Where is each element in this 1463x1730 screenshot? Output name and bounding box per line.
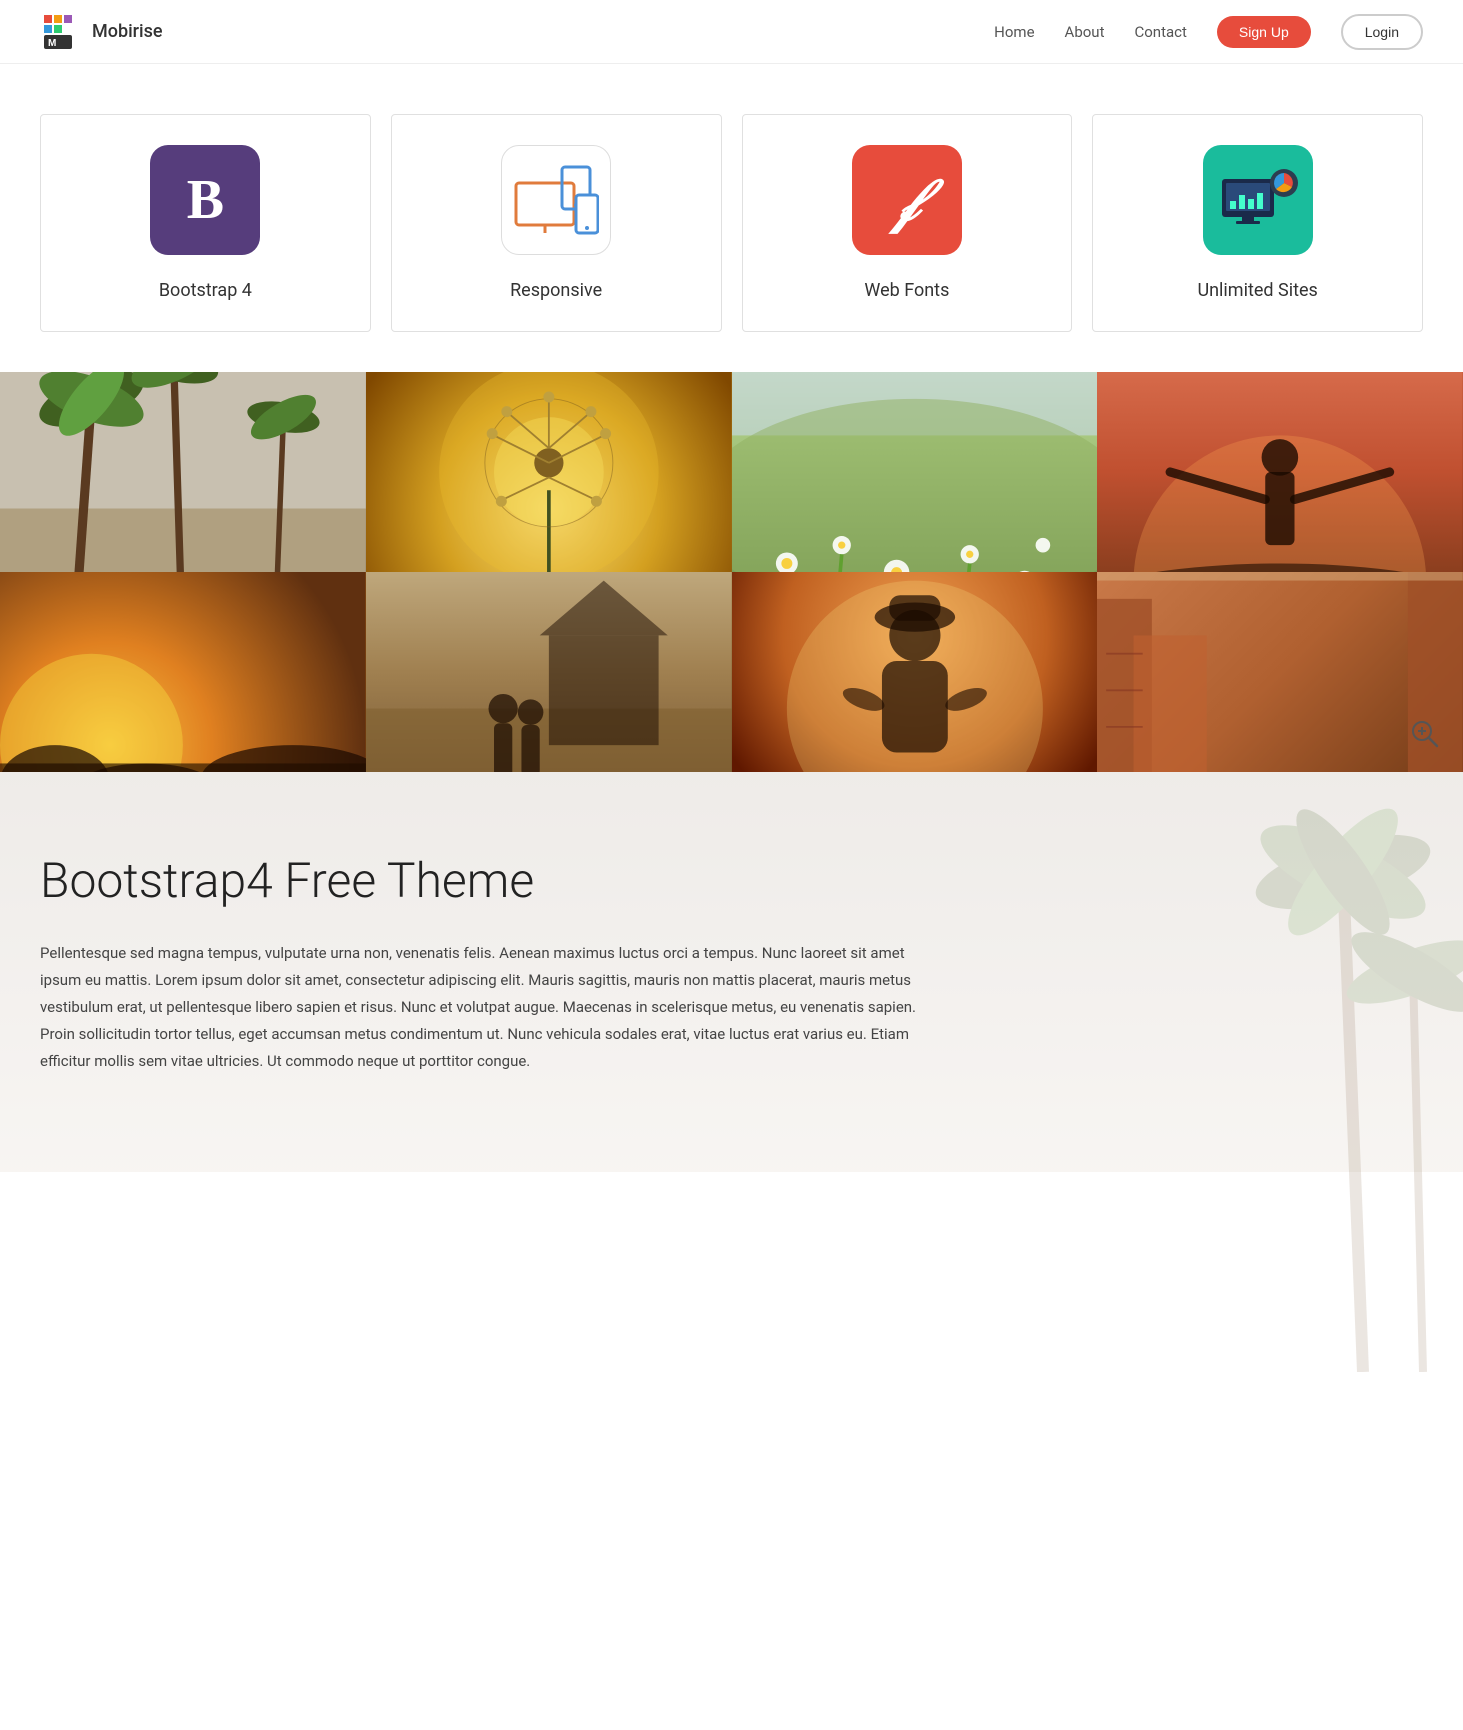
unlimited-svg-icon: [1218, 165, 1298, 235]
unlimited-icon-wrap: [1203, 145, 1313, 255]
responsive-svg-icon: [514, 165, 599, 235]
webfonts-f-icon: 𝒻: [893, 166, 920, 235]
gallery-image-7: [732, 572, 1098, 772]
content-title: Bootstrap4 Free Theme: [40, 852, 1423, 910]
nav-item-contact[interactable]: Contact: [1134, 22, 1186, 41]
feature-title-bootstrap: Bootstrap 4: [159, 280, 252, 301]
feature-card-webfonts: 𝒻 Web Fonts: [742, 114, 1073, 332]
bootstrap-b-icon: B: [187, 168, 224, 232]
gallery-cell-4[interactable]: [1097, 372, 1463, 572]
nav-link-about[interactable]: About: [1065, 23, 1105, 41]
features-grid: B Bootstrap 4 Responsiv: [40, 114, 1423, 332]
gallery-cell-inner-6: [366, 572, 732, 772]
nav-link-contact[interactable]: Contact: [1134, 23, 1186, 41]
gallery-cell-inner-5: [0, 572, 366, 772]
webfonts-icon-wrap: 𝒻: [852, 145, 962, 255]
gallery-image-2: [366, 372, 732, 572]
gallery-cell-5[interactable]: [0, 572, 366, 772]
brand-logo: M: [40, 11, 82, 53]
content-body: Pellentesque sed magna tempus, vulputate…: [40, 940, 940, 1075]
zoom-icon[interactable]: [1407, 716, 1443, 752]
gallery-cell-inner-3: [732, 372, 1098, 572]
feature-title-webfonts: Web Fonts: [864, 280, 949, 301]
nav-item-login[interactable]: Login: [1341, 14, 1423, 50]
gallery-section: [0, 372, 1463, 772]
brand-name: Mobirise: [92, 21, 163, 42]
svg-text:M: M: [48, 38, 56, 49]
feature-card-bootstrap: B Bootstrap 4: [40, 114, 371, 332]
feature-title-responsive: Responsive: [510, 280, 602, 301]
gallery-cell-inner-8: [1097, 572, 1463, 772]
feature-card-unlimited: Unlimited Sites: [1092, 114, 1423, 332]
navbar: M Mobirise Home About Contact Sign Up Lo…: [0, 0, 1463, 64]
gallery-cell-inner-1: [0, 372, 366, 572]
signup-button[interactable]: Sign Up: [1217, 16, 1311, 48]
gallery-cell-1[interactable]: [0, 372, 366, 572]
nav-item-home[interactable]: Home: [994, 22, 1034, 41]
gallery-image-3: [732, 372, 1098, 572]
gallery-image-4: [1097, 372, 1463, 572]
content-section: Bootstrap4 Free Theme Pellentesque sed m…: [0, 772, 1463, 1172]
feature-card-responsive: Responsive: [391, 114, 722, 332]
gallery-cell-inner-2: [366, 372, 732, 572]
gallery-image-1: [0, 372, 366, 572]
gallery-cell-8[interactable]: [1097, 572, 1463, 772]
brand-link[interactable]: M Mobirise: [40, 11, 163, 53]
gallery-cell-7[interactable]: [732, 572, 1098, 772]
feature-title-unlimited: Unlimited Sites: [1197, 280, 1317, 301]
gallery-cell-inner-4: [1097, 372, 1463, 572]
features-section: B Bootstrap 4 Responsiv: [0, 64, 1463, 372]
gallery-cell-6[interactable]: [366, 572, 732, 772]
gallery-image-6: [366, 572, 732, 772]
login-button[interactable]: Login: [1341, 14, 1423, 50]
gallery-image-5: [0, 572, 366, 772]
bootstrap-icon-wrap: B: [150, 145, 260, 255]
gallery-cell-2[interactable]: [366, 372, 732, 572]
gallery-cell-inner-7: [732, 572, 1098, 772]
gallery-cell-3[interactable]: [732, 372, 1098, 572]
nav-links: Home About Contact Sign Up Login: [994, 14, 1423, 50]
nav-item-signup[interactable]: Sign Up: [1217, 16, 1311, 48]
nav-item-about[interactable]: About: [1065, 22, 1105, 41]
nav-link-home[interactable]: Home: [994, 23, 1034, 41]
responsive-icon-wrap: [501, 145, 611, 255]
